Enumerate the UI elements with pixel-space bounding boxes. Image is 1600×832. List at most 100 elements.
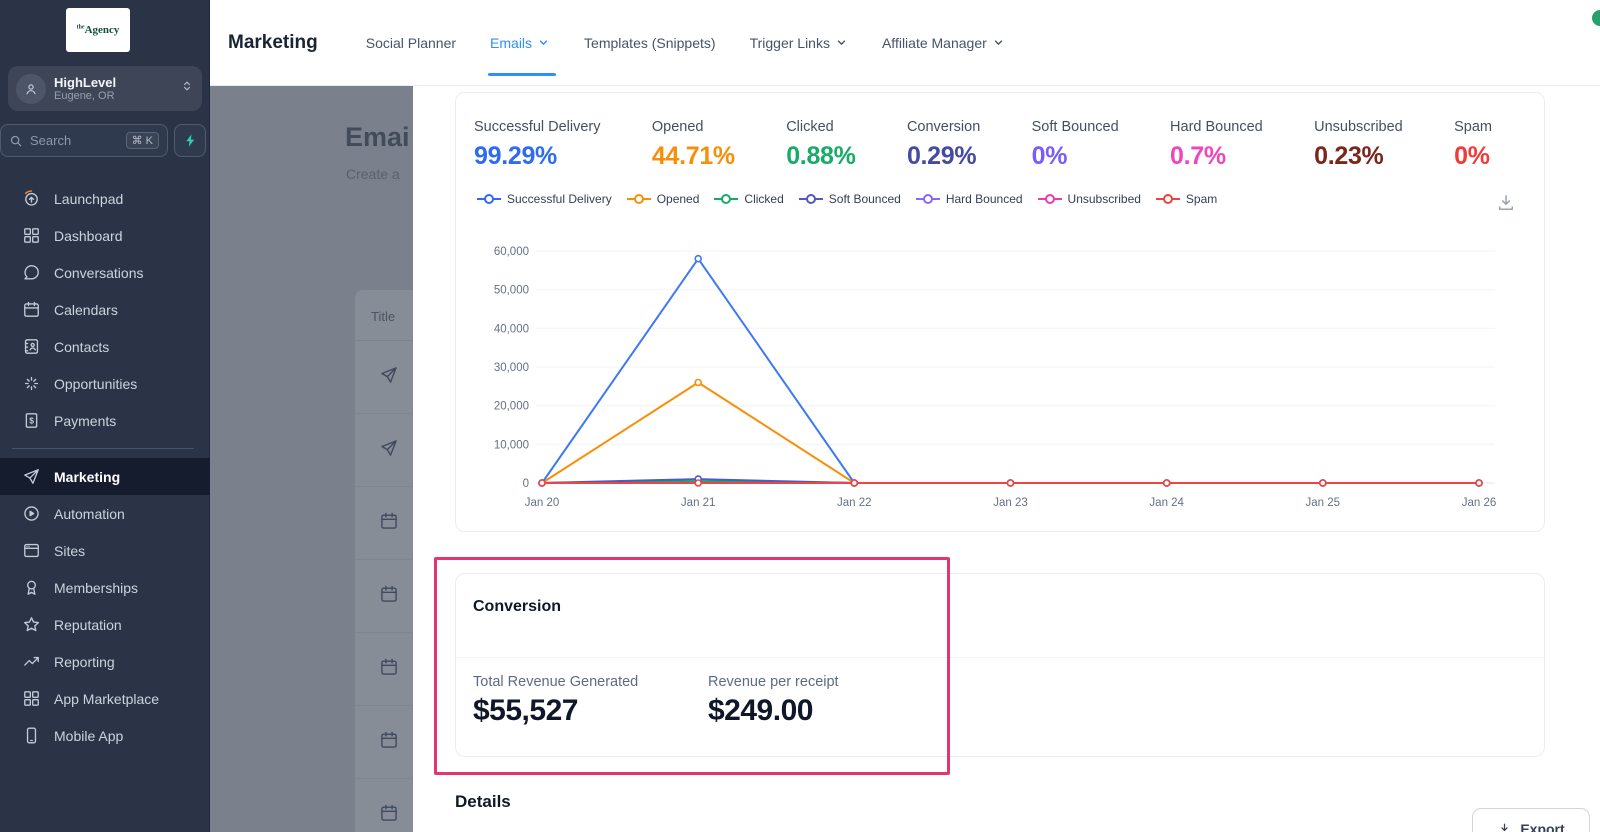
tab-templates-snippets[interactable]: Templates (Snippets) — [584, 0, 716, 85]
stat-hard-bounced: Hard Bounced0.7% — [1170, 119, 1263, 171]
account-switcher[interactable]: HighLevel Eugene, OR — [8, 66, 202, 111]
background-table-row — [355, 706, 413, 779]
sidebar-item-opportunities[interactable]: Opportunities — [0, 365, 210, 402]
stat-value: 0.23% — [1314, 142, 1403, 171]
legend-marker-icon — [915, 193, 941, 205]
sidebar-item-label: Mobile App — [54, 728, 123, 744]
payments-icon: $ — [22, 411, 41, 430]
logo-prefix: the — [77, 24, 85, 30]
legend-item-hard-bounced[interactable]: Hard Bounced — [915, 192, 1023, 206]
send-icon — [379, 365, 399, 390]
sidebar-item-automation[interactable]: Automation — [0, 495, 210, 532]
stat-opened: Opened44.71% — [652, 119, 735, 171]
sidebar-item-conversations[interactable]: Conversations — [0, 254, 210, 291]
background-table-row — [355, 633, 413, 706]
legend-marker-icon — [1155, 193, 1181, 205]
stat-label: Unsubscribed — [1314, 119, 1403, 135]
sidebar-item-label: Dashboard — [54, 228, 123, 244]
legend-item-unsubscribed[interactable]: Unsubscribed — [1037, 192, 1141, 206]
legend-label: Hard Bounced — [946, 192, 1023, 206]
tab-emails[interactable]: Emails — [490, 0, 550, 85]
background-table-row — [355, 341, 413, 414]
stat-value: 0% — [1454, 142, 1492, 171]
search-input[interactable]: Search ⌘ K — [0, 124, 168, 157]
svg-text:Jan 26: Jan 26 — [1462, 497, 1497, 509]
sidebar-item-label: Calendars — [54, 302, 118, 318]
topnav-tabs: Social Planner Emails Templates (Snippets)… — [366, 0, 1005, 85]
total-revenue-value: $55,527 — [473, 694, 708, 728]
calendar-icon — [379, 584, 399, 609]
stat-value: 0% — [1032, 142, 1119, 171]
legend-label: Opened — [657, 192, 700, 206]
calendar-icon — [379, 657, 399, 682]
sidebar-item-label: Payments — [54, 413, 116, 429]
conversion-title: Conversion — [456, 574, 1544, 658]
sidebar-item-launchpad[interactable]: Launchpad — [0, 180, 210, 217]
sidebar-item-dashboard[interactable]: Dashboard — [0, 217, 210, 254]
stat-label: Hard Bounced — [1170, 119, 1263, 135]
conversion-card: Conversion Total Revenue Generated $55,5… — [455, 573, 1545, 757]
background-page-title: Emai — [345, 122, 410, 153]
sidebar-item-label: Reputation — [54, 617, 122, 633]
sidebar-item-reporting[interactable]: Reporting — [0, 643, 210, 680]
send-icon — [379, 438, 399, 463]
tab-social-planner[interactable]: Social Planner — [366, 0, 456, 85]
sidebar-item-calendars[interactable]: Calendars — [0, 291, 210, 328]
legend-label: Clicked — [744, 192, 783, 206]
sidebar-item-mobile-app[interactable]: Mobile App — [0, 717, 210, 754]
stat-successful-delivery: Successful Delivery99.29% — [474, 119, 601, 171]
mobile-app-icon — [22, 726, 41, 745]
agency-logo[interactable]: theAgency — [66, 8, 130, 52]
chevron-down-icon — [992, 36, 1005, 49]
stat-value: 0.29% — [907, 142, 980, 171]
background-table-row — [355, 414, 413, 487]
dimmed-background: Emai Create a Title — [210, 86, 413, 832]
chevron-updown-icon — [180, 78, 194, 99]
legend-marker-icon — [713, 193, 739, 205]
svg-text:0: 0 — [523, 478, 529, 490]
svg-text:Jan 21: Jan 21 — [681, 497, 716, 509]
contacts-icon — [22, 337, 41, 356]
search-shortcut-badge: ⌘ K — [126, 132, 159, 149]
svg-text:Jan 23: Jan 23 — [993, 497, 1028, 509]
legend-marker-icon — [626, 193, 652, 205]
launchpad-icon — [22, 189, 41, 208]
legend-item-clicked[interactable]: Clicked — [713, 192, 783, 206]
background-table-row — [355, 779, 413, 832]
tab-label: Social Planner — [366, 35, 456, 51]
sidebar-item-memberships[interactable]: Memberships — [0, 569, 210, 606]
quick-actions-button[interactable] — [174, 124, 206, 157]
export-label: Export — [1520, 821, 1564, 832]
sidebar-item-app-marketplace[interactable]: App Marketplace — [0, 680, 210, 717]
sidebar-item-label: Reporting — [54, 654, 115, 670]
legend-item-successful-delivery[interactable]: Successful Delivery — [476, 192, 612, 206]
email-stats-panel: Successful Delivery99.29% Opened44.71% Cli… — [413, 86, 1600, 832]
sidebar-item-label: Sites — [54, 543, 85, 559]
sidebar-item-payments[interactable]: $ Payments — [0, 402, 210, 439]
opportunities-icon — [22, 374, 41, 393]
sidebar-item-marketing[interactable]: Marketing — [0, 458, 210, 495]
export-download-icon — [1497, 822, 1512, 832]
download-chart-button[interactable] — [1496, 193, 1516, 213]
sidebar-item-label: Contacts — [54, 339, 109, 355]
legend-item-soft-bounced[interactable]: Soft Bounced — [798, 192, 901, 206]
tab-affiliate-manager[interactable]: Affiliate Manager — [882, 0, 1005, 85]
app-window: theAgency HighLevel Eugene, OR Search ⌘ … — [0, 0, 1600, 832]
conversations-icon — [22, 263, 41, 282]
tab-trigger-links[interactable]: Trigger Links — [750, 0, 848, 85]
legend-marker-icon — [476, 193, 502, 205]
export-button[interactable]: Export — [1472, 808, 1590, 832]
sidebar: theAgency HighLevel Eugene, OR Search ⌘ … — [0, 0, 210, 832]
reporting-icon — [22, 652, 41, 671]
sidebar-item-contacts[interactable]: Contacts — [0, 328, 210, 365]
sidebar-item-label: Opportunities — [54, 376, 137, 392]
account-name: HighLevel — [54, 75, 180, 90]
legend-label: Successful Delivery — [507, 192, 612, 206]
reputation-icon — [22, 615, 41, 634]
legend-item-spam[interactable]: Spam — [1155, 192, 1217, 206]
top-navbar: Marketing Social PlannerEmailsTemplates … — [210, 0, 1600, 86]
sidebar-item-sites[interactable]: Sites — [0, 532, 210, 569]
background-page-subtitle: Create a — [346, 166, 400, 182]
sidebar-item-reputation[interactable]: Reputation — [0, 606, 210, 643]
legend-item-opened[interactable]: Opened — [626, 192, 700, 206]
